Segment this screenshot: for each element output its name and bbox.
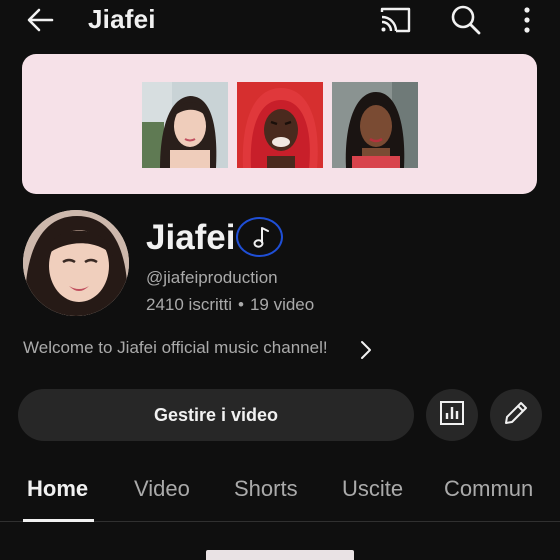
channel-banner[interactable] [22,54,537,194]
tab-home[interactable]: Home [27,476,88,502]
edit-pencil-icon [502,399,530,432]
tab-community[interactable]: Commun [444,476,533,502]
banner-photo-2 [237,82,323,168]
banner-photo-1 [142,82,228,168]
edit-button[interactable] [490,389,542,441]
banner-photo-3 [332,82,418,168]
channel-stats: 2410 iscritti • 19 video [146,295,314,315]
video-count: 19 video [249,295,315,314]
channel-description: Welcome to Jiafei official music channel… [23,338,328,357]
tab-uscite[interactable]: Uscite [342,476,403,502]
channel-description-row[interactable]: Welcome to Jiafei official music channel… [23,338,383,362]
video-thumbnail-partial[interactable] [206,550,354,560]
channel-handle: @jiafeiproduction [146,268,278,287]
channel-tabs: Home Video Shorts Uscite Commun [0,470,560,522]
chevron-right-icon [359,340,373,360]
search-icon[interactable] [449,3,483,37]
analytics-icon [439,400,465,431]
analytics-button[interactable] [426,389,478,441]
channel-name: Jiafei [146,218,236,257]
channel-avatar[interactable] [23,210,129,316]
manage-videos-button[interactable]: Gestire i video [18,389,414,441]
stats-separator: • [237,295,244,314]
active-tab-indicator [23,519,94,522]
top-bar-title: Jiafei [88,4,156,34]
back-arrow-icon[interactable] [24,4,60,36]
tab-video[interactable]: Video [134,476,190,502]
more-vert-icon[interactable] [515,3,539,37]
top-app-bar: Jiafei [0,0,560,40]
cast-icon[interactable] [378,4,414,36]
tab-shorts[interactable]: Shorts [234,476,298,502]
music-note-icon [236,217,283,257]
subscriber-count: 2410 iscritti [146,295,232,314]
